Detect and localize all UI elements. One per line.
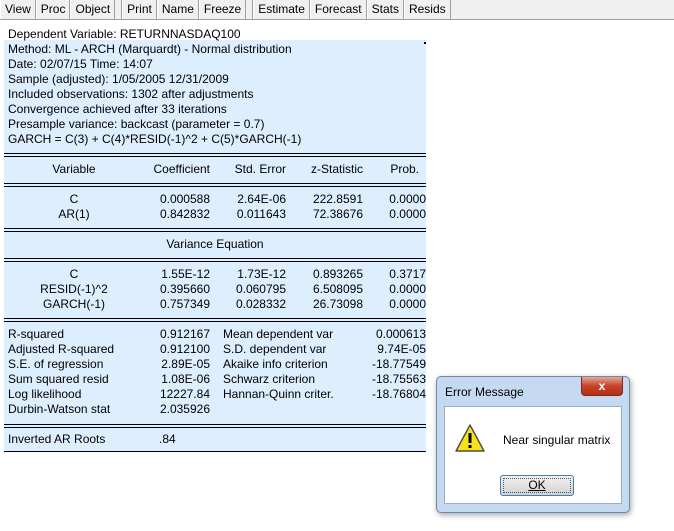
print-button[interactable]: Print — [122, 0, 157, 19]
estimation-output: Dependent Variable: RETURNNASDAQ100 Meth… — [4, 27, 426, 452]
table-cell: 0.0000 — [389, 207, 426, 221]
header-line: Dependent Variable: RETURNNASDAQ100 — [8, 27, 241, 41]
column-header: Coefficient — [153, 162, 210, 176]
table-rule — [4, 228, 426, 232]
stat-label: Mean dependent var — [223, 327, 334, 341]
table-cell: 2.64E-06 — [237, 192, 286, 206]
table-cell: 0.395660 — [159, 282, 210, 296]
stat-label: Schwarz criterion — [223, 372, 316, 386]
table-cell: 0.842832 — [159, 207, 210, 221]
proc-button[interactable]: Proc — [35, 0, 71, 19]
stat-label: S.D. dependent var — [223, 342, 327, 356]
stat-value: 1.08E-06 — [161, 372, 210, 386]
warning-icon — [455, 424, 485, 452]
table-cell: 1.73E-12 — [237, 267, 286, 281]
table-cell: 0.000588 — [159, 192, 210, 206]
variance-equation-title: Variance Equation — [166, 237, 264, 251]
toolbar-separator — [246, 0, 254, 19]
column-header: Std. Error — [234, 162, 286, 176]
stat-label: Akaike info criterion — [223, 357, 328, 371]
header-line: GARCH = C(3) + C(4)*RESID(-1)^2 + C(5)*G… — [8, 132, 302, 146]
table-cell: 0.0000 — [389, 297, 426, 311]
table-cell: 0.028332 — [235, 297, 286, 311]
header-line: Convergence achieved after 33 iterations — [8, 102, 227, 116]
table-cell: C — [69, 192, 79, 206]
stat-value: 0.912100 — [159, 342, 210, 356]
table-rule — [4, 451, 426, 452]
table-cell: 72.38676 — [312, 207, 363, 221]
table-cell: 26.73098 — [312, 297, 363, 311]
toolbar: View Proc Object Print Name Freeze Estim… — [0, 0, 674, 20]
dialog-title: Error Message — [445, 385, 524, 399]
resids-button[interactable]: Resids — [403, 0, 451, 19]
table-cell: GARCH(-1) — [43, 297, 105, 311]
stat-value: 0.000613 — [375, 327, 426, 341]
stat-label: Log likelihood — [8, 387, 82, 401]
table-rule — [4, 153, 426, 157]
table-cell: AR(1) — [58, 207, 90, 221]
table-cell: RESID(-1)^2 — [40, 282, 108, 296]
error-dialog: Error Message x Near singular matrix OK — [436, 376, 630, 513]
stat-label: Adjusted R-squared — [8, 342, 115, 356]
table-rule — [4, 318, 426, 322]
table-cell: 1.55E-12 — [161, 267, 210, 281]
stat-value: 2.035926 — [159, 402, 210, 416]
table-cell: 222.8591 — [312, 192, 363, 206]
table-rule — [4, 183, 426, 187]
table-cell: 0.893265 — [312, 267, 363, 281]
column-header: Variable — [52, 162, 96, 176]
name-button[interactable]: Name — [156, 0, 199, 19]
stat-label: S.E. of regression — [8, 357, 104, 371]
table-rule — [4, 258, 426, 262]
table-cell: 0.0000 — [389, 192, 426, 206]
table-cell: 0.757349 — [159, 297, 210, 311]
table-cell: 0.060795 — [235, 282, 286, 296]
forecast-button[interactable]: Forecast — [309, 0, 367, 19]
stat-label: Hannan-Quinn criter. — [223, 387, 334, 401]
header-line: Included observations: 1302 after adjust… — [8, 87, 254, 101]
close-button[interactable]: x — [581, 377, 623, 396]
stat-label: Sum squared resid — [8, 372, 109, 386]
object-button[interactable]: Object — [70, 0, 116, 19]
table-cell: 0.0000 — [389, 282, 426, 296]
stat-label: R-squared — [8, 327, 65, 341]
roots-label: Inverted AR Roots — [8, 432, 106, 446]
stat-value: -18.76804 — [371, 387, 426, 401]
toolbar-separator — [115, 0, 123, 19]
header-line: Presample variance: backcast (parameter … — [8, 117, 265, 131]
table-cell: 0.011643 — [236, 207, 286, 221]
header-line: Date: 02/07/15 Time: 14:07 — [8, 57, 153, 71]
roots-value: .84 — [159, 432, 176, 446]
column-header: Prob. — [390, 162, 419, 176]
column-header: z-Statistic — [310, 162, 363, 176]
ok-button[interactable]: OK — [500, 475, 574, 496]
freeze-button[interactable]: Freeze — [198, 0, 247, 19]
cursor-mark — [424, 42, 426, 44]
stat-label: Durbin-Watson stat — [8, 402, 111, 416]
stat-value: -18.77549 — [371, 357, 426, 371]
focus-ring — [503, 478, 571, 493]
table-rule — [4, 424, 426, 428]
dialog-body: Near singular matrix OK — [444, 406, 622, 504]
stat-value: -18.75563 — [371, 372, 426, 386]
estimate-button[interactable]: Estimate — [253, 0, 310, 19]
stats-button[interactable]: Stats — [366, 0, 404, 19]
stat-value: 9.74E-05 — [377, 342, 426, 356]
header-line: Method: ML - ARCH (Marquardt) - Normal d… — [8, 42, 292, 56]
table-cell: C — [69, 267, 79, 281]
stat-value: 2.89E-05 — [161, 357, 210, 371]
view-button[interactable]: View — [0, 0, 36, 19]
dialog-message: Near singular matrix — [503, 433, 611, 447]
table-cell: 6.508095 — [312, 282, 363, 296]
stat-value: 0.912167 — [159, 327, 210, 341]
header-line: Sample (adjusted): 1/05/2005 12/31/2009 — [8, 72, 229, 86]
stat-value: 12227.84 — [159, 387, 210, 401]
table-cell: 0.3717 — [389, 267, 426, 281]
